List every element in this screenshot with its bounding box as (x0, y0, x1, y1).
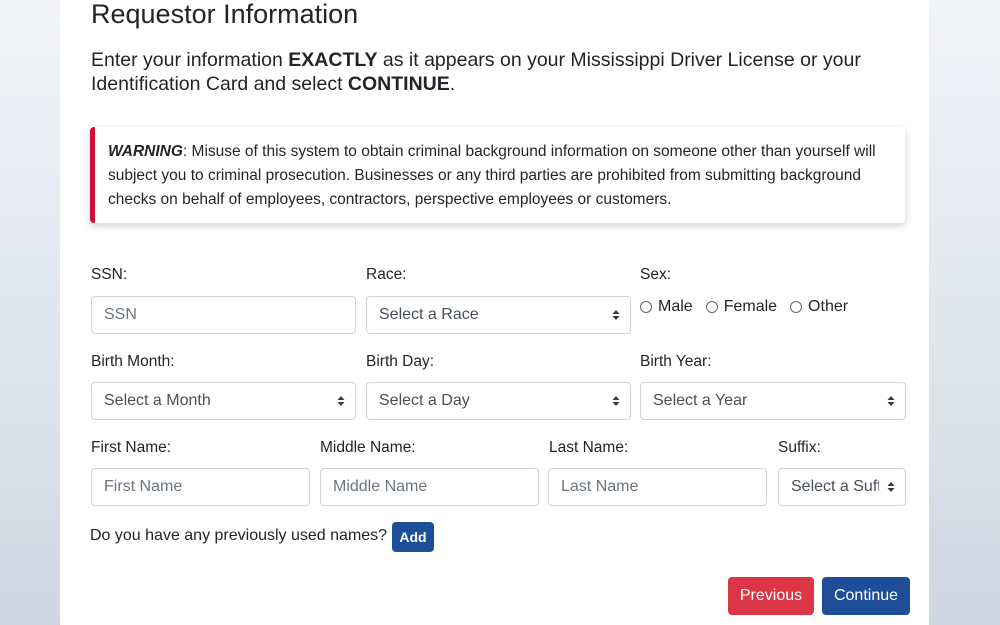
add-previous-name-button[interactable]: Add (392, 522, 434, 552)
sex-option-female[interactable]: Female (705, 298, 778, 316)
sex-option-male[interactable]: Male (640, 298, 693, 316)
race-label: Race: (366, 266, 407, 283)
birth-day-select[interactable]: Select a Day (366, 382, 631, 420)
race-select[interactable]: Select a Race (366, 296, 631, 334)
birth-year-label: Birth Year: (640, 353, 712, 370)
suffix-select-value: Select a Suffix (791, 478, 879, 495)
suffix-label: Suffix: (778, 439, 821, 456)
birth-day-select-value: Select a Day (379, 392, 470, 409)
ssn-label: SSN: (91, 266, 128, 283)
radio-circle-icon[interactable] (790, 301, 803, 313)
middle-name-input[interactable] (320, 468, 539, 506)
first-name-input[interactable] (91, 468, 310, 506)
select-arrows-icon (612, 396, 620, 406)
sex-label: Sex: (640, 266, 672, 283)
sex-radio-group: Male Female Other (640, 298, 861, 316)
intro-text: Enter your information EXACTLY as it app… (91, 48, 891, 96)
intro-emphasis-continue: CONTINUE (347, 73, 450, 95)
birth-year-select[interactable]: Select a Year (640, 382, 906, 420)
sex-option-label: Other (808, 298, 849, 315)
ssn-input[interactable] (91, 296, 356, 334)
sex-option-label: Male (658, 298, 693, 315)
form-panel: Requestor Information Enter your informa… (60, 0, 929, 625)
intro-part: Enter your information (91, 49, 289, 71)
page-title: Requestor Information (91, 0, 359, 29)
birth-month-label: Birth Month: (91, 353, 175, 370)
warning-text: : Misuse of this system to obtain crimin… (108, 143, 876, 208)
select-arrows-icon (887, 482, 895, 492)
previous-button[interactable]: Previous (728, 577, 814, 615)
previous-names-question: Do you have any previously used names? (90, 527, 388, 544)
birth-day-label: Birth Day: (366, 353, 435, 370)
suffix-select[interactable]: Select a Suffix (778, 468, 906, 506)
sex-option-other[interactable]: Other (790, 298, 848, 316)
middle-name-label: Middle Name: (320, 439, 416, 456)
continue-button[interactable]: Continue (822, 577, 910, 615)
race-select-value: Select a Race (379, 306, 479, 323)
sex-option-label: Female (723, 298, 778, 315)
intro-emphasis-exactly: EXACTLY (288, 49, 378, 71)
radio-circle-icon[interactable] (705, 301, 718, 313)
select-arrows-icon (612, 310, 620, 320)
birth-year-select-value: Select a Year (653, 392, 748, 409)
birth-month-select-value: Select a Month (104, 392, 211, 409)
select-arrows-icon (337, 396, 345, 406)
birth-month-select[interactable]: Select a Month (91, 382, 356, 420)
last-name-input[interactable] (548, 468, 767, 506)
warning-alert: WARNING: Misuse of this system to obtain… (90, 127, 905, 223)
radio-circle-icon[interactable] (640, 301, 652, 313)
select-arrows-icon (887, 396, 895, 406)
last-name-label: Last Name: (549, 439, 629, 456)
first-name-label: First Name: (91, 439, 172, 456)
warning-label: WARNING (108, 143, 183, 160)
intro-part: . (449, 73, 456, 95)
